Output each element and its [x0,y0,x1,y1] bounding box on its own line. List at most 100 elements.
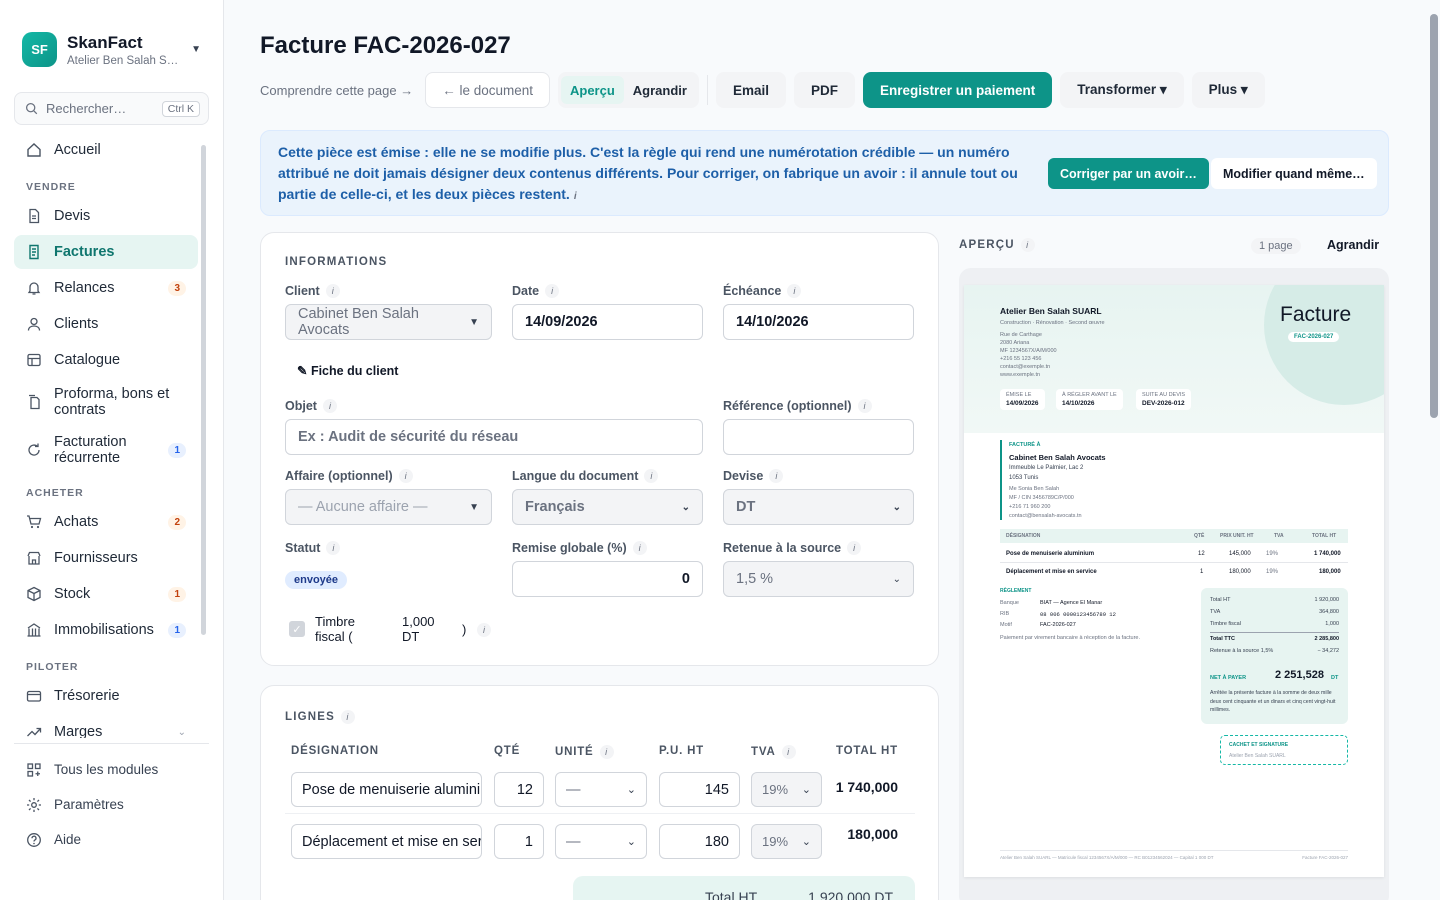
info-icon[interactable]: i [341,710,356,724]
sidebar-item-proforma[interactable]: Proforma, bons et contrats [14,379,198,425]
sidebar-item-home[interactable]: Accueil [14,133,198,167]
info-icon[interactable]: i [326,541,341,555]
preview-row-cell: 180,000 [1229,569,1251,575]
sidebar-item-stock[interactable]: Stock 1 [14,577,198,611]
info-icon[interactable]: i [574,191,577,202]
preview-frame[interactable]: Atelier Ben Salah SUARL Construction · R… [959,268,1389,900]
help-circle-icon [27,832,41,847]
toolbar-divider [706,75,708,105]
line-qty-input[interactable]: 1 [494,824,544,859]
info-icon[interactable]: i [857,399,872,413]
line-tva-select[interactable]: 19% ⌄ [751,772,822,807]
line-unit-select[interactable]: — ⌄ [555,772,647,807]
reference-field[interactable] [723,419,914,455]
enlarge-toggle[interactable]: Agrandir [624,76,696,104]
pdf-button[interactable]: PDF [794,72,855,108]
preview-total-value: − 34,272 [1317,648,1339,654]
preview-row-cell: 1 [1200,569,1204,575]
info-icon[interactable]: i [599,745,614,759]
sidebar-item-treasury[interactable]: Trésorerie [14,679,198,713]
client-sheet-button[interactable]: ✎ Fiche du client [297,363,398,378]
info-icon[interactable]: i [769,469,784,483]
currency-label-text: Devise [723,469,764,483]
info-icon[interactable]: i [325,284,340,298]
info-icon[interactable]: i [847,541,862,555]
force-edit-button[interactable]: Modifier quand même… [1211,158,1377,189]
back-to-document-button[interactable]: ← le document [425,72,550,108]
preview-total-label: Total TTC [1210,636,1235,642]
page-help-link[interactable]: Comprendre cette page → [260,83,413,98]
line-total: 180,000 [847,826,898,842]
page-scrollbar[interactable] [1430,14,1438,418]
line-designation-input[interactable]: Déplacement et mise en service [291,824,482,859]
sidebar-item-invoices[interactable]: Factures [14,235,198,269]
date-label: Date i [512,284,560,298]
line-total: 1 740,000 [835,779,898,795]
sidebar-item-label: Immobilisations [54,622,154,638]
line-unit-select[interactable]: — ⌄ [555,824,647,859]
due-date-field[interactable]: 14/10/2026 [723,304,914,340]
discount-field[interactable]: 0 [512,561,703,597]
toolbar: Comprendre cette page → ← le document Ap… [260,72,1273,108]
line-tva-select[interactable]: 19% ⌄ [751,824,822,859]
info-icon[interactable]: i [322,399,337,413]
total-ht-value: 1 920,000 DT [808,889,893,900]
info-icon[interactable]: i [398,469,413,483]
sidebar-item-assets[interactable]: Immobilisations 1 [14,613,198,647]
info-icon[interactable]: i [477,623,491,637]
col-designation: DÉSIGNATION [291,745,379,757]
sidebar-item-catalog[interactable]: Catalogue [14,343,198,377]
sidebar-item-margins[interactable]: Marges ⌄ [14,715,198,738]
sidebar-item-clients[interactable]: Clients [14,307,198,341]
sidebar-item-quotes[interactable]: Devis [14,199,198,233]
client-label: Client i [285,284,340,298]
line-designation-input[interactable]: Pose de menuiserie aluminium [291,772,482,807]
info-icon[interactable]: i [781,745,796,759]
client-select[interactable]: Cabinet Ben Salah Avocats ▼ [285,304,492,340]
invoice-icon [29,244,39,260]
payment-value: 08 006 0000123456789 12 [1040,611,1116,618]
date-label-text: Date [512,284,540,298]
withholding-select[interactable]: 1,5 % ⌄ [723,561,914,597]
line-price-input[interactable]: 180 [659,824,740,859]
company-switcher[interactable]: SF SkanFact Atelier Ben Salah SU… ▼ [0,0,223,72]
sidebar-item-recurring[interactable]: Facturation récurrente 1 [14,427,198,473]
help-link[interactable]: Aide [0,822,224,857]
transform-menu-button[interactable]: Transformer ▾ [1060,72,1184,108]
table-icon [27,353,41,367]
settings-link[interactable]: Paramètres [0,787,224,822]
search-shortcut: Ctrl K [161,100,200,117]
all-modules-link[interactable]: Tous les modules [0,752,224,787]
assets-count-badge: 1 [168,622,186,638]
info-icon[interactable]: i [644,469,659,483]
preview-total-label: Timbre fiscal [1210,621,1241,627]
search-input[interactable]: Rechercher… Ctrl K [14,92,209,125]
preview-row-cell: 1 740,000 [1314,551,1341,557]
info-icon[interactable]: i [787,284,802,298]
info-icon[interactable]: i [1020,238,1035,252]
object-field[interactable]: Ex : Audit de sécurité du réseau [285,419,703,455]
more-menu-button[interactable]: Plus ▾ [1191,72,1265,108]
sidebar-item-reminders[interactable]: Relances 3 [14,271,198,305]
due-date-label: Échéance i [723,284,802,298]
stamp-close: ) [462,622,467,637]
date-field[interactable]: 14/09/2026 [512,304,703,340]
credit-note-button[interactable]: Corriger par un avoir… [1048,158,1209,189]
stamp-checkbox[interactable]: ✓ [289,621,305,637]
currency-select[interactable]: DT ⌄ [723,489,914,525]
info-icon[interactable]: i [545,284,560,298]
line-price-input[interactable]: 145 [659,772,740,807]
sidebar-item-suppliers[interactable]: Fournisseurs [14,541,198,575]
bill-to-address: Immeuble Le Palmier, Lac 2 [1009,465,1084,471]
record-payment-button[interactable]: Enregistrer un paiement [863,72,1053,108]
company-name: Atelier Ben Salah SU… [67,54,183,67]
info-icon[interactable]: i [632,541,647,555]
preview-enlarge-button[interactable]: Agrandir [1327,238,1379,252]
sidebar-item-purchases[interactable]: Achats 2 [14,505,198,539]
line-qty-input[interactable]: 12 [494,772,544,807]
files-icon [29,394,40,410]
email-button[interactable]: Email [715,72,786,108]
language-select[interactable]: Français ⌄ [512,489,703,525]
deal-select[interactable]: — Aucune affaire — ▼ [285,489,492,525]
preview-toggle[interactable]: Aperçu [561,76,624,104]
